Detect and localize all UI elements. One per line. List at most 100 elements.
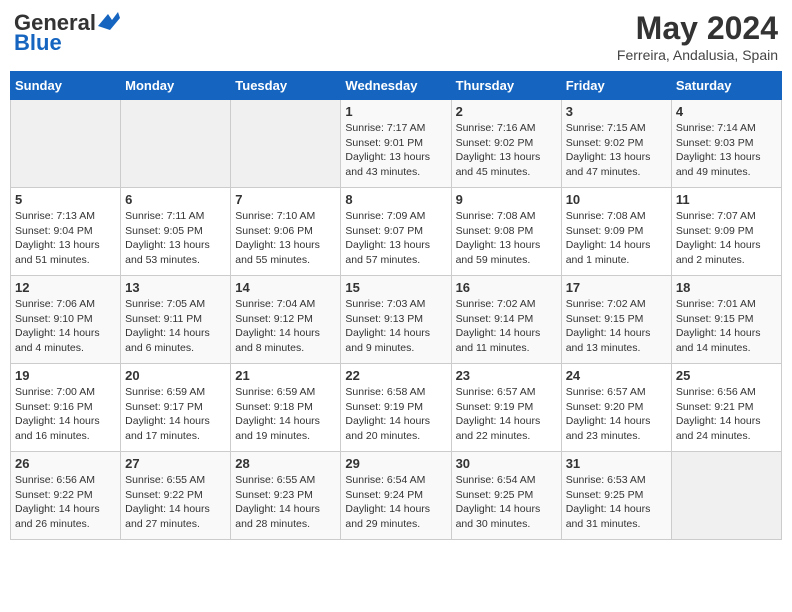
calendar-cell — [11, 100, 121, 188]
day-info: Sunrise: 7:05 AM Sunset: 9:11 PM Dayligh… — [125, 297, 226, 356]
calendar-cell: 2 Sunrise: 7:16 AM Sunset: 9:02 PM Daylig… — [451, 100, 561, 188]
day-info: Sunrise: 7:02 AM Sunset: 9:15 PM Dayligh… — [566, 297, 667, 356]
day-number: 19 — [15, 368, 116, 383]
calendar-cell: 4 Sunrise: 7:14 AM Sunset: 9:03 PM Daylig… — [671, 100, 781, 188]
day-info: Sunrise: 7:08 AM Sunset: 9:08 PM Dayligh… — [456, 209, 557, 268]
logo: General Blue — [14, 10, 120, 56]
day-number: 12 — [15, 280, 116, 295]
calendar-cell: 1 Sunrise: 7:17 AM Sunset: 9:01 PM Daylig… — [341, 100, 451, 188]
calendar-cell: 25 Sunrise: 6:56 AM Sunset: 9:21 PM Dayli… — [671, 364, 781, 452]
calendar-cell: 5Sunrise: 7:13 AM Sunset: 9:04 PM Daylig… — [11, 188, 121, 276]
day-info: Sunrise: 6:59 AM Sunset: 9:18 PM Dayligh… — [235, 385, 336, 444]
weekday-header: Saturday — [671, 72, 781, 100]
day-number: 2 — [456, 104, 557, 119]
calendar-cell: 10 Sunrise: 7:08 AM Sunset: 9:09 PM Dayli… — [561, 188, 671, 276]
day-number: 25 — [676, 368, 777, 383]
day-info: Sunrise: 7:14 AM Sunset: 9:03 PM Dayligh… — [676, 121, 777, 180]
calendar-week: 1 Sunrise: 7:17 AM Sunset: 9:01 PM Daylig… — [11, 100, 782, 188]
day-number: 27 — [125, 456, 226, 471]
day-number: 23 — [456, 368, 557, 383]
day-number: 10 — [566, 192, 667, 207]
day-info: Sunrise: 7:01 AM Sunset: 9:15 PM Dayligh… — [676, 297, 777, 356]
day-number: 28 — [235, 456, 336, 471]
day-info: Sunrise: 6:55 AM Sunset: 9:22 PM Dayligh… — [125, 473, 226, 532]
day-number: 11 — [676, 192, 777, 207]
day-info: Sunrise: 6:55 AM Sunset: 9:23 PM Dayligh… — [235, 473, 336, 532]
calendar-week: 5Sunrise: 7:13 AM Sunset: 9:04 PM Daylig… — [11, 188, 782, 276]
day-info: Sunrise: 7:16 AM Sunset: 9:02 PM Dayligh… — [456, 121, 557, 180]
day-info: Sunrise: 7:09 AM Sunset: 9:07 PM Dayligh… — [345, 209, 446, 268]
calendar-cell: 17Sunrise: 7:02 AM Sunset: 9:15 PM Dayli… — [561, 276, 671, 364]
day-number: 4 — [676, 104, 777, 119]
day-number: 24 — [566, 368, 667, 383]
calendar-cell: 31 Sunrise: 6:53 AM Sunset: 9:25 PM Dayli… — [561, 452, 671, 540]
title-block: May 2024 Ferreira, Andalusia, Spain — [617, 10, 778, 63]
logo-blue: Blue — [14, 30, 62, 56]
day-info: Sunrise: 6:54 AM Sunset: 9:25 PM Dayligh… — [456, 473, 557, 532]
day-info: Sunrise: 7:08 AM Sunset: 9:09 PM Dayligh… — [566, 209, 667, 268]
calendar-cell: 29Sunrise: 6:54 AM Sunset: 9:24 PM Dayli… — [341, 452, 451, 540]
day-info: Sunrise: 7:17 AM Sunset: 9:01 PM Dayligh… — [345, 121, 446, 180]
calendar-cell: 20Sunrise: 6:59 AM Sunset: 9:17 PM Dayli… — [121, 364, 231, 452]
calendar-cell: 6Sunrise: 7:11 AM Sunset: 9:05 PM Daylig… — [121, 188, 231, 276]
day-info: Sunrise: 7:00 AM Sunset: 9:16 PM Dayligh… — [15, 385, 116, 444]
day-number: 14 — [235, 280, 336, 295]
calendar-cell: 26 Sunrise: 6:56 AM Sunset: 9:22 PM Dayli… — [11, 452, 121, 540]
day-info: Sunrise: 6:57 AM Sunset: 9:19 PM Dayligh… — [456, 385, 557, 444]
calendar-week: 12 Sunrise: 7:06 AM Sunset: 9:10 PM Dayli… — [11, 276, 782, 364]
page-header: General Blue May 2024 Ferreira, Andalusi… — [10, 10, 782, 63]
day-info: Sunrise: 6:56 AM Sunset: 9:22 PM Dayligh… — [15, 473, 116, 532]
calendar-cell: 27 Sunrise: 6:55 AM Sunset: 9:22 PM Dayli… — [121, 452, 231, 540]
calendar-cell: 9 Sunrise: 7:08 AM Sunset: 9:08 PM Daylig… — [451, 188, 561, 276]
calendar-cell: 13 Sunrise: 7:05 AM Sunset: 9:11 PM Dayli… — [121, 276, 231, 364]
day-info: Sunrise: 7:04 AM Sunset: 9:12 PM Dayligh… — [235, 297, 336, 356]
calendar-cell: 15 Sunrise: 7:03 AM Sunset: 9:13 PM Dayli… — [341, 276, 451, 364]
day-info: Sunrise: 6:58 AM Sunset: 9:19 PM Dayligh… — [345, 385, 446, 444]
calendar-cell: 22Sunrise: 6:58 AM Sunset: 9:19 PM Dayli… — [341, 364, 451, 452]
calendar-cell: 19 Sunrise: 7:00 AM Sunset: 9:16 PM Dayli… — [11, 364, 121, 452]
logo-bird-icon — [98, 12, 120, 30]
day-number: 9 — [456, 192, 557, 207]
calendar-cell — [671, 452, 781, 540]
month-year-title: May 2024 — [617, 10, 778, 47]
weekday-header: Wednesday — [341, 72, 451, 100]
calendar-cell: 28 Sunrise: 6:55 AM Sunset: 9:23 PM Dayli… — [231, 452, 341, 540]
weekday-header: Sunday — [11, 72, 121, 100]
day-info: Sunrise: 6:56 AM Sunset: 9:21 PM Dayligh… — [676, 385, 777, 444]
day-number: 13 — [125, 280, 226, 295]
day-info: Sunrise: 7:15 AM Sunset: 9:02 PM Dayligh… — [566, 121, 667, 180]
day-info: Sunrise: 6:57 AM Sunset: 9:20 PM Dayligh… — [566, 385, 667, 444]
day-info: Sunrise: 6:54 AM Sunset: 9:24 PM Dayligh… — [345, 473, 446, 532]
day-info: Sunrise: 7:11 AM Sunset: 9:05 PM Dayligh… — [125, 209, 226, 268]
day-info: Sunrise: 7:03 AM Sunset: 9:13 PM Dayligh… — [345, 297, 446, 356]
day-number: 21 — [235, 368, 336, 383]
calendar-cell — [121, 100, 231, 188]
weekday-header: Thursday — [451, 72, 561, 100]
calendar-cell: 23 Sunrise: 6:57 AM Sunset: 9:19 PM Dayli… — [451, 364, 561, 452]
calendar-cell: 21 Sunrise: 6:59 AM Sunset: 9:18 PM Dayli… — [231, 364, 341, 452]
day-number: 15 — [345, 280, 446, 295]
calendar-week: 19 Sunrise: 7:00 AM Sunset: 9:16 PM Dayli… — [11, 364, 782, 452]
day-number: 1 — [345, 104, 446, 119]
calendar-cell: 18Sunrise: 7:01 AM Sunset: 9:15 PM Dayli… — [671, 276, 781, 364]
day-info: Sunrise: 6:53 AM Sunset: 9:25 PM Dayligh… — [566, 473, 667, 532]
day-number: 26 — [15, 456, 116, 471]
day-number: 31 — [566, 456, 667, 471]
calendar-cell: 11 Sunrise: 7:07 AM Sunset: 9:09 PM Dayli… — [671, 188, 781, 276]
location-subtitle: Ferreira, Andalusia, Spain — [617, 47, 778, 63]
day-info: Sunrise: 7:06 AM Sunset: 9:10 PM Dayligh… — [15, 297, 116, 356]
calendar-cell: 14 Sunrise: 7:04 AM Sunset: 9:12 PM Dayli… — [231, 276, 341, 364]
calendar-cell: 3Sunrise: 7:15 AM Sunset: 9:02 PM Daylig… — [561, 100, 671, 188]
calendar-cell: 12 Sunrise: 7:06 AM Sunset: 9:10 PM Dayli… — [11, 276, 121, 364]
day-number: 5 — [15, 192, 116, 207]
day-info: Sunrise: 7:02 AM Sunset: 9:14 PM Dayligh… — [456, 297, 557, 356]
day-info: Sunrise: 7:07 AM Sunset: 9:09 PM Dayligh… — [676, 209, 777, 268]
day-info: Sunrise: 6:59 AM Sunset: 9:17 PM Dayligh… — [125, 385, 226, 444]
calendar-cell: 8 Sunrise: 7:09 AM Sunset: 9:07 PM Daylig… — [341, 188, 451, 276]
weekday-header: Friday — [561, 72, 671, 100]
day-number: 8 — [345, 192, 446, 207]
calendar-cell: 16Sunrise: 7:02 AM Sunset: 9:14 PM Dayli… — [451, 276, 561, 364]
day-number: 7 — [235, 192, 336, 207]
day-number: 30 — [456, 456, 557, 471]
day-info: Sunrise: 7:10 AM Sunset: 9:06 PM Dayligh… — [235, 209, 336, 268]
